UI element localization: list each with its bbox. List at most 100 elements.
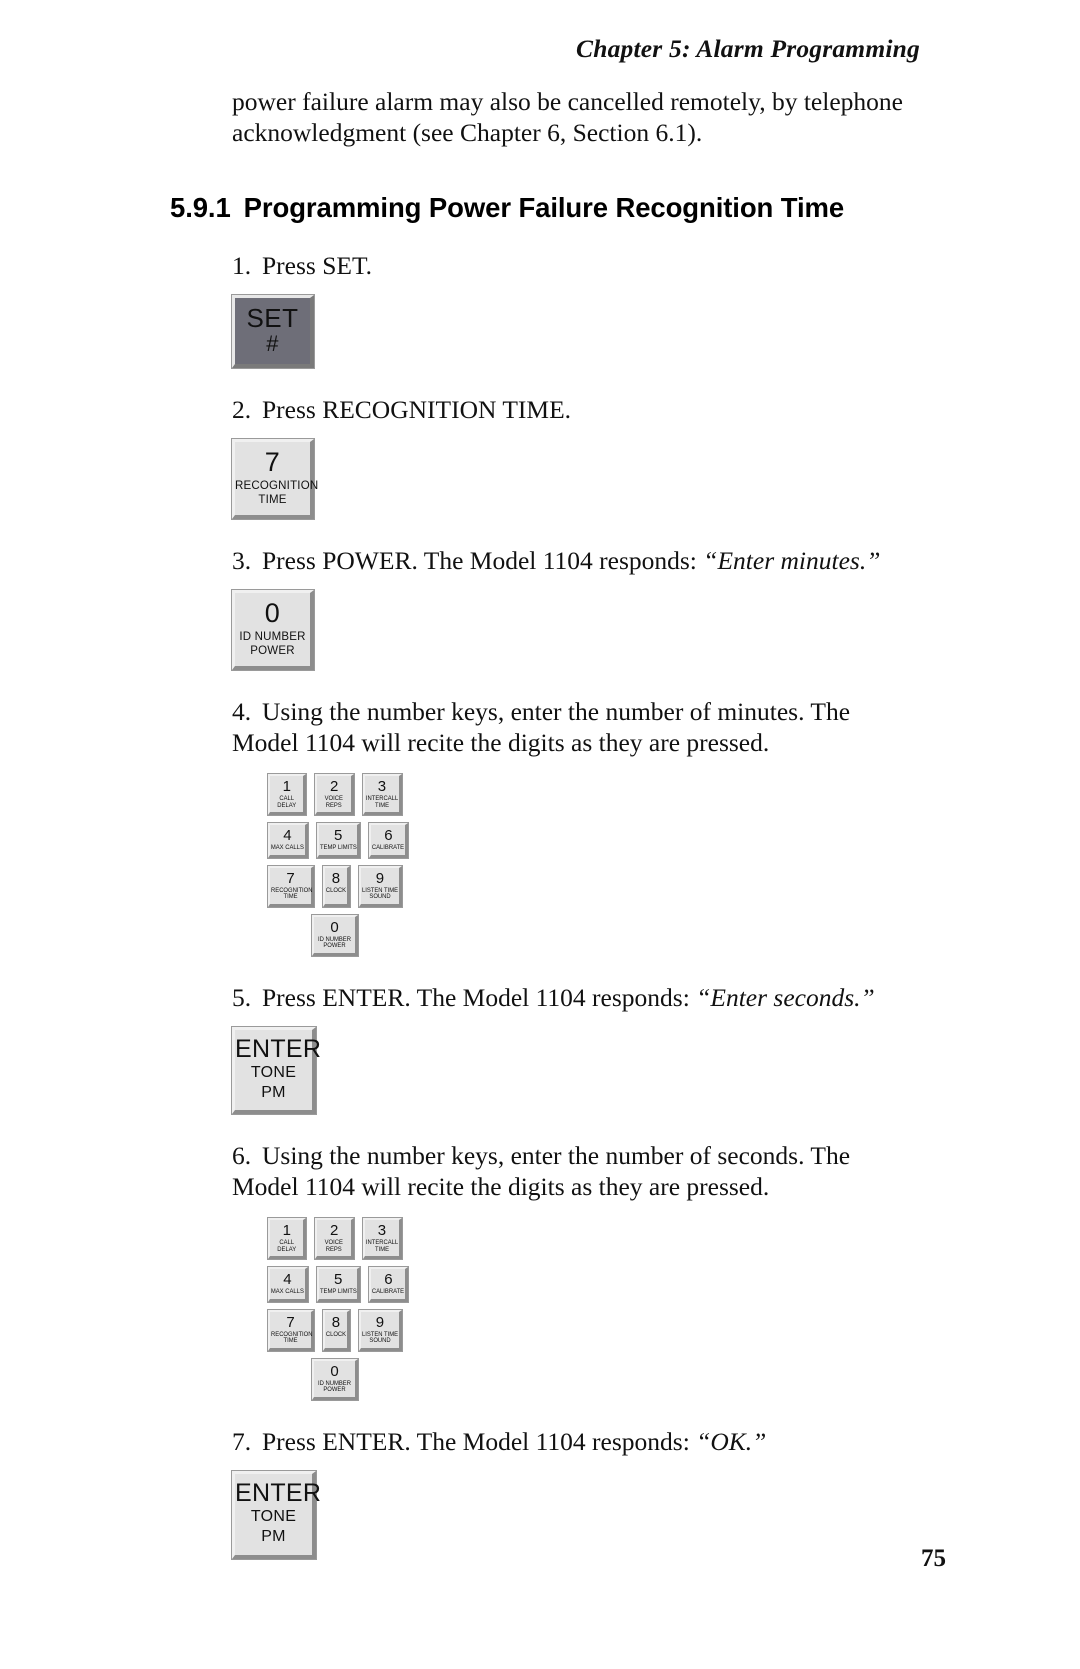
keypad2-row-3: 7 RECOGNITION TIME 8 CLOCK 9 LISTEN TIME… <box>268 1309 402 1351</box>
manual-page: Chapter 5: Alarm Programming power failu… <box>0 0 1080 1669</box>
keypad2-key-4-glyph: 4 <box>283 1271 292 1289</box>
keypad-key-0-line2: POWER <box>323 942 346 950</box>
keypad-minutes: 1 CALL DELAY 2 VOICE REPS 3 INTERCALL TI… <box>268 774 409 956</box>
step-4-number: 4. <box>232 697 252 727</box>
keypad2-key-1-line2: DELAY <box>277 1245 297 1253</box>
keypad-key-0[interactable]: 0 ID NUMBER POWER <box>312 914 358 956</box>
keypad-key-5-glyph: 5 <box>333 827 343 845</box>
keypad-key-8[interactable]: 8 CLOCK <box>323 865 350 907</box>
step-7-body: Press ENTER. The Model 1104 responds: <box>262 1426 697 1456</box>
keypad2-key-6[interactable]: 6 CALIBRATE <box>369 1267 409 1302</box>
key-set[interactable]: SET # <box>232 295 314 369</box>
keypad-key-5[interactable]: 5 TEMP LIMITS <box>316 823 361 858</box>
step-3-quote: “Enter minutes.” <box>703 546 881 576</box>
keypad2-key-9[interactable]: 9 LISTEN TIME SOUND <box>358 1309 402 1351</box>
keypad2-row-2: 4 MAX CALLS 5 TEMP LIMITS 6 CALIBRATE <box>268 1267 409 1302</box>
keypad2-key-9-line2: SOUND <box>369 1337 391 1345</box>
keypad2-key-1[interactable]: 1 CALL DELAY <box>268 1218 307 1260</box>
key-set-glyph: SET <box>246 303 299 333</box>
keypad2-row-4: 0 ID NUMBER POWER <box>268 1358 402 1400</box>
step-1-key-image: SET # <box>232 295 922 369</box>
key-0-line1: ID NUMBER <box>239 631 306 644</box>
keypad2-key-0[interactable]: 0 ID NUMBER POWER <box>312 1358 358 1400</box>
key-enter-1[interactable]: ENTER TONE PM <box>232 1026 322 1115</box>
keypad-key-6-line1: CALIBRATE <box>372 844 405 852</box>
key-0-line2: POWER <box>250 645 295 658</box>
keypad2-key-3[interactable]: 3 INTERCALL TIME <box>362 1218 402 1260</box>
step-2-key-image: 7 RECOGNITION TIME <box>232 439 922 520</box>
key-enter-2-line1: TONE <box>250 1507 297 1525</box>
key-enter-2-line2: PM <box>261 1527 286 1545</box>
keypad-key-9[interactable]: 9 LISTEN TIME SOUND <box>358 865 402 907</box>
keypad-key-1-line2: DELAY <box>277 801 297 809</box>
keypad-key-6-glyph: 6 <box>384 827 393 845</box>
keypad2-key-2-glyph: 2 <box>330 1222 339 1240</box>
step-6-text: 6. Using the number keys, enter the numbe… <box>232 1140 922 1202</box>
keypad-key-2[interactable]: 2 VOICE REPS <box>315 774 354 816</box>
step-4-body: Using the number keys, enter the number … <box>232 697 851 758</box>
keypad-key-5-line1: TEMP LIMITS <box>319 844 357 852</box>
keypad-key-3-glyph: 3 <box>377 778 387 796</box>
key-enter-1-line1: TONE <box>250 1063 297 1081</box>
step-1: 1. Press SET. SET # <box>232 250 922 369</box>
keypad2-key-0-line2: POWER <box>323 1386 346 1394</box>
keypad-row-4: 0 ID NUMBER POWER <box>268 914 402 956</box>
keypad-row-2: 4 MAX CALLS 5 TEMP LIMITS 6 CALIBRATE <box>268 823 409 858</box>
step-5-body: Press ENTER. The Model 1104 responds: <box>262 982 697 1012</box>
keypad2-key-5-line1: TEMP LIMITS <box>319 1288 357 1296</box>
keypad-key-1[interactable]: 1 CALL DELAY <box>268 774 307 816</box>
running-header: Chapter 5: Alarm Programming <box>232 34 920 64</box>
keypad2-key-8-line1: CLOCK <box>325 1330 347 1338</box>
chapter-title: Chapter 5: Alarm Programming <box>576 34 920 63</box>
key-0-glyph: 0 <box>264 598 281 629</box>
intro-paragraph: power failure alarm may also be cancelle… <box>232 87 903 147</box>
keypad-key-4-line1: MAX CALLS <box>270 844 304 852</box>
step-7-text: 7. Press ENTER. The Model 1104 responds: … <box>232 1426 922 1457</box>
key-set-line1: # <box>266 331 279 356</box>
keypad2-key-2[interactable]: 2 VOICE REPS <box>315 1218 354 1260</box>
keypad2-key-4-line1: MAX CALLS <box>270 1288 304 1296</box>
section-number: 5.9.1 <box>170 192 231 223</box>
keypad2-key-7-line2: TIME <box>283 1337 298 1345</box>
page-content: power failure alarm may also be cancelle… <box>170 86 922 1559</box>
section-heading: 5.9.1 Programming Power Failure Recogniti… <box>170 192 922 224</box>
keypad2-key-2-line2: REPS <box>326 1245 343 1253</box>
keypad-key-2-line2: REPS <box>326 801 343 809</box>
keypad-key-9-line2: SOUND <box>369 893 391 901</box>
step-2-number: 2. <box>232 395 252 425</box>
keypad-key-4-glyph: 4 <box>283 827 292 845</box>
key-enter-2[interactable]: ENTER TONE PM <box>232 1470 321 1559</box>
keypad-key-7[interactable]: 7 RECOGNITION TIME <box>268 865 314 907</box>
keypad2-key-5-glyph: 5 <box>333 1271 343 1289</box>
keypad-key-4[interactable]: 4 MAX CALLS <box>268 823 308 858</box>
step-7-key-image: ENTER TONE PM <box>232 1470 922 1559</box>
keypad2-key-4[interactable]: 4 MAX CALLS <box>268 1267 308 1302</box>
step-1-body: Press SET. <box>262 251 373 280</box>
key-7-line1: RECOGNITION <box>235 480 319 493</box>
step-6-body: Using the number keys, enter the number … <box>232 1141 851 1202</box>
keypad-key-7-line2: TIME <box>283 893 298 901</box>
keypad2-key-5[interactable]: 5 TEMP LIMITS <box>316 1267 361 1302</box>
step-7-quote: “OK.” <box>696 1426 767 1456</box>
keypad-row-1: 1 CALL DELAY 2 VOICE REPS 3 INTERCALL TI… <box>268 774 402 816</box>
keypad2-key-0-glyph: 0 <box>330 1362 339 1380</box>
keypad-key-9-glyph: 9 <box>375 869 385 887</box>
keypad-key-6[interactable]: 6 CALIBRATE <box>369 823 409 858</box>
step-5-quote: “Enter seconds.” <box>696 982 875 1012</box>
step-5-number: 5. <box>232 982 252 1012</box>
keypad-key-3[interactable]: 3 INTERCALL TIME <box>362 774 402 816</box>
keypad2-key-8[interactable]: 8 CLOCK <box>323 1309 350 1351</box>
keypad-row-3: 7 RECOGNITION TIME 8 CLOCK 9 LISTEN TIME… <box>268 865 402 907</box>
keypad-key-0-glyph: 0 <box>330 918 339 936</box>
keypad-key-1-glyph: 1 <box>282 778 291 796</box>
key-enter-1-line2: PM <box>261 1083 286 1101</box>
step-7-number: 7. <box>232 1426 252 1456</box>
keypad2-key-8-glyph: 8 <box>331 1313 341 1331</box>
key-recognition-time[interactable]: 7 RECOGNITION TIME <box>232 439 319 520</box>
step-1-text: 1. Press SET. <box>232 250 922 281</box>
keypad2-key-6-glyph: 6 <box>384 1271 393 1289</box>
keypad2-key-7[interactable]: 7 RECOGNITION TIME <box>268 1309 314 1351</box>
keypad-key-3-line2: TIME <box>374 801 389 809</box>
key-power[interactable]: 0 ID NUMBER POWER <box>232 590 314 671</box>
key-enter-1-glyph: ENTER <box>235 1034 322 1063</box>
